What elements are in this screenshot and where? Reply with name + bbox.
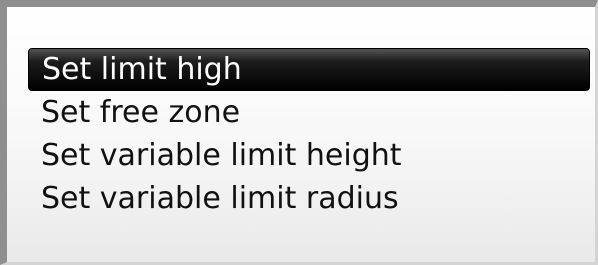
- menu-item-set-variable-limit-height[interactable]: Set variable limit height: [28, 134, 590, 177]
- menu-item-set-limit-high[interactable]: Set limit high: [28, 48, 590, 91]
- limit-settings-menu: Set limit high Set free zone Set variabl…: [28, 48, 590, 220]
- menu-item-set-free-zone[interactable]: Set free zone: [28, 91, 590, 134]
- menu-panel: Set limit high Set free zone Set variabl…: [0, 0, 598, 265]
- menu-item-set-variable-limit-radius[interactable]: Set variable limit radius: [28, 177, 590, 220]
